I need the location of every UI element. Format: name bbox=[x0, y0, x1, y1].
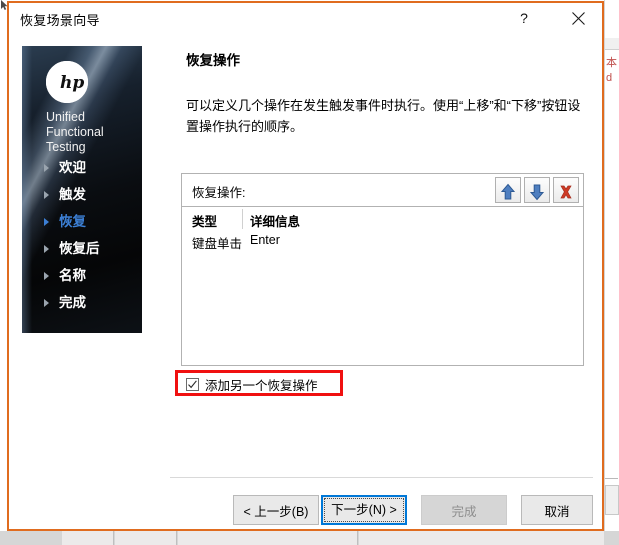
screen: 本 d 恢复场景向导 ? hp Unified Functional Testi… bbox=[0, 0, 619, 545]
arrow-up-icon bbox=[500, 183, 516, 199]
cell-detail: Enter bbox=[250, 233, 280, 247]
sidebar-item-label: 欢迎 bbox=[59, 160, 86, 175]
move-up-button[interactable] bbox=[495, 177, 521, 203]
footer-divider bbox=[170, 477, 593, 478]
background-bottom-cell bbox=[62, 531, 114, 545]
sidebar-item-post-recovery[interactable]: 恢复后 bbox=[40, 235, 140, 262]
close-icon bbox=[571, 11, 585, 25]
sidebar-item-finish[interactable]: 完成 bbox=[40, 289, 140, 316]
back-button-label: < 上一步(B) bbox=[243, 504, 309, 519]
title-bar: 恢复场景向导 ? bbox=[9, 3, 602, 35]
column-header-detail: 详细信息 bbox=[250, 215, 301, 229]
wizard-sidebar: hp Unified Functional Testing 欢迎 触发 恢复 恢… bbox=[22, 46, 142, 333]
delete-button[interactable] bbox=[553, 177, 579, 203]
back-button[interactable]: < 上一步(B) bbox=[233, 495, 319, 525]
question-mark-icon: ? bbox=[520, 10, 528, 26]
cancel-button[interactable]: 取消 bbox=[521, 495, 593, 525]
cancel-button-label: 取消 bbox=[544, 504, 570, 519]
background-bottom-cell bbox=[115, 531, 177, 545]
next-button-label: 下一步(N) > bbox=[324, 498, 404, 522]
finish-button-label: 完成 bbox=[451, 504, 477, 519]
recovery-operations-list[interactable]: 类型 详细信息 键盘单击 Enter bbox=[181, 206, 584, 366]
next-button[interactable]: 下一步(N) > bbox=[321, 495, 407, 525]
column-header-type: 类型 bbox=[192, 215, 218, 229]
move-down-button[interactable] bbox=[524, 177, 550, 203]
add-another-recovery-operation-checkbox[interactable]: 添加另一个恢复操作 bbox=[186, 376, 318, 393]
sidebar-item-label: 恢复 bbox=[59, 214, 86, 229]
caret-right-icon bbox=[44, 299, 49, 307]
checkbox-label: 添加另一个恢复操作 bbox=[205, 378, 318, 393]
table-row[interactable]: 键盘单击 Enter bbox=[182, 231, 583, 253]
recovery-scenario-wizard-dialog: 恢复场景向导 ? hp Unified Functional Testing 欢… bbox=[7, 1, 604, 531]
table-header-row: 类型 详细信息 bbox=[182, 207, 583, 231]
page-title: 恢复操作 bbox=[186, 53, 240, 68]
red-x-icon bbox=[560, 185, 572, 198]
sidebar-item-recovery[interactable]: 恢复 bbox=[40, 208, 140, 235]
window-title: 恢复场景向导 bbox=[20, 13, 100, 28]
sidebar-item-label: 完成 bbox=[59, 295, 86, 310]
sidebar-item-label: 触发 bbox=[59, 187, 86, 202]
sidebar-item-label: 恢复后 bbox=[59, 241, 100, 256]
page-description: 可以定义几个操作在发生触发事件时执行。使用“上移”和“下移”按钮设置操作执行的顺… bbox=[186, 98, 581, 134]
background-right-divider bbox=[605, 478, 618, 479]
arrow-down-icon bbox=[529, 184, 545, 200]
wizard-step-list: 欢迎 触发 恢复 恢复后 名称 完成 bbox=[40, 154, 140, 316]
help-button[interactable]: ? bbox=[506, 3, 542, 33]
sidebar-item-welcome[interactable]: 欢迎 bbox=[40, 154, 140, 181]
checkbox-icon bbox=[186, 377, 199, 391]
background-bottom-cell bbox=[178, 531, 358, 545]
sidebar-item-trigger[interactable]: 触发 bbox=[40, 181, 140, 208]
recovery-operations-label: 恢复操作: bbox=[192, 186, 246, 200]
background-bottom-cell bbox=[359, 531, 604, 545]
hp-logo-icon: hp bbox=[46, 61, 88, 103]
cell-type: 键盘单击 bbox=[192, 237, 243, 251]
background-right-button[interactable] bbox=[605, 485, 619, 515]
caret-right-icon bbox=[44, 191, 49, 199]
background-right-toolbar bbox=[605, 38, 619, 50]
product-name: Unified Functional Testing bbox=[46, 110, 104, 154]
sidebar-item-name[interactable]: 名称 bbox=[40, 262, 140, 289]
background-right-text-line1: 本 bbox=[606, 57, 617, 69]
finish-button[interactable]: 完成 bbox=[421, 495, 507, 525]
close-button[interactable] bbox=[560, 3, 596, 33]
sidebar-item-label: 名称 bbox=[59, 268, 86, 283]
column-divider bbox=[242, 209, 243, 229]
background-right-text-line2: d bbox=[606, 72, 613, 84]
caret-right-icon bbox=[44, 218, 49, 226]
svg-text:hp: hp bbox=[60, 73, 84, 93]
caret-right-icon bbox=[44, 164, 49, 172]
recovery-operations-toolbar: 恢复操作: bbox=[181, 173, 584, 206]
caret-right-icon bbox=[44, 245, 49, 253]
caret-right-icon bbox=[44, 272, 49, 280]
